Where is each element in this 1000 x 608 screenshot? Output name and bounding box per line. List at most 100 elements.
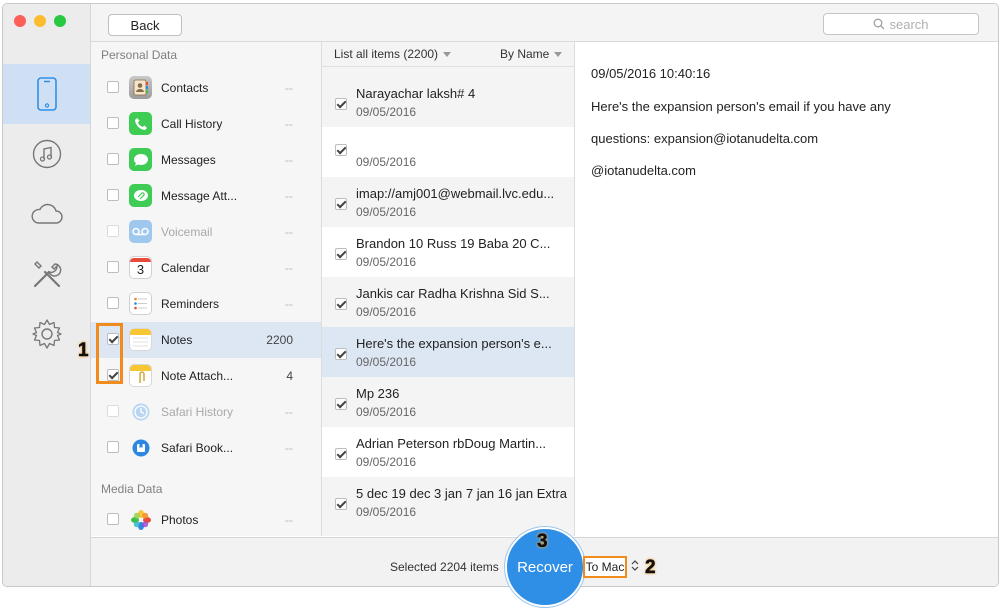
list-item[interactable]: Mp 236 09/05/2016 [322,377,574,427]
zoom-window-button[interactable] [54,15,66,27]
checkbox[interactable] [107,81,119,93]
item-date: 09/05/2016 [356,355,417,369]
category-label: Messages [161,153,216,167]
category-count: 2200 [266,333,293,347]
checkbox[interactable] [107,153,119,165]
category-count: -- [285,81,293,95]
list-item[interactable]: Narayachar laksh# 4 09/05/2016 [322,77,574,127]
checkbox[interactable] [107,441,119,453]
category-count: 4 [286,369,293,383]
category-count: -- [285,225,293,239]
list-item[interactable]: Jankis car Radha Krishna Sid S... 09/05/… [322,277,574,327]
category-message-attachments[interactable]: Message Att... -- [91,178,321,214]
category-count: -- [285,513,293,527]
item-title: imap://amj001@webmail.lvc.edu... [356,186,555,201]
sort-dropdown[interactable]: By Name [500,47,563,61]
category-count: -- [285,153,293,167]
item-date: 09/05/2016 [356,255,417,269]
category-list: Personal Data Contacts -- Call History -… [91,42,322,536]
list-item[interactable]: Brandon 10 Russ 19 Baba 20 C... 09/05/20… [322,227,574,277]
nav-settings[interactable] [3,304,90,364]
checkbox[interactable] [107,189,119,201]
category-calendar[interactable]: 3 Calendar -- [91,250,321,286]
close-window-button[interactable] [14,15,26,27]
item-date: 09/05/2016 [356,155,417,169]
checkbox[interactable] [335,144,347,156]
list-filter-dropdown[interactable]: List all items (2200) [334,47,452,61]
minimize-window-button[interactable] [34,15,46,27]
sort-label: By Name [500,47,550,61]
item-title: Mp 236 [356,386,400,401]
category-label: Safari Book... [161,441,234,455]
chevron-down-icon [554,52,563,58]
checkbox[interactable] [107,261,119,273]
item-date: 09/05/2016 [356,105,417,119]
notes-icon [129,328,152,351]
search-input[interactable]: search [823,13,979,35]
checkbox[interactable] [335,448,347,460]
list-item[interactable]: imap://amj001@webmail.lvc.edu... 09/05/2… [322,177,574,227]
category-label: Note Attach... [161,369,234,383]
detail-timestamp: 09/05/2016 10:40:16 [591,66,711,81]
item-title: Here's the expansion person's e... [356,336,552,351]
item-list: List all items (2200) By Name Narayachar… [322,42,575,536]
checkbox [107,225,119,237]
back-button[interactable]: Back [108,14,182,36]
nav-device[interactable] [3,64,90,124]
checkbox[interactable] [107,297,119,309]
safari-history-icon [129,400,152,423]
checkbox[interactable] [335,498,347,510]
category-note-attachments[interactable]: Note Attach... 4 [91,358,321,394]
item-title: Jankis car Radha Krishna Sid S... [356,286,550,301]
category-count: -- [285,441,293,455]
note-attachment-icon [129,364,152,387]
category-safari-bookmarks[interactable]: Safari Book... -- [91,430,321,466]
category-messages[interactable]: Messages -- [91,142,321,178]
category-safari-history: Safari History -- [91,394,321,430]
list-item[interactable]: 5 dec 19 dec 3 jan 7 jan 16 jan Extra 09… [322,477,574,527]
category-count: -- [285,405,293,419]
device-icon [36,77,57,111]
checkbox[interactable] [335,198,347,210]
photos-icon [129,508,152,531]
detail-line: @iotanudelta.com [591,163,696,178]
destination-select[interactable]: To Mac [583,556,627,578]
checkbox[interactable] [335,298,347,310]
checkbox[interactable] [335,348,347,360]
message-attachment-icon [129,184,152,207]
search-placeholder: search [889,16,929,32]
checkbox[interactable] [335,248,347,260]
nav-tools[interactable] [3,244,90,304]
category-label: Calendar [161,261,210,275]
detail-line: Here's the expansion person's email if y… [591,99,891,114]
up-down-chevron-icon[interactable] [631,559,639,572]
category-count: -- [285,261,293,275]
checkbox[interactable] [335,98,347,110]
item-date: 09/05/2016 [356,405,417,419]
category-photos[interactable]: Photos -- [91,502,321,536]
category-count: -- [285,297,293,311]
nav-sidebar [3,4,91,586]
checkbox[interactable] [107,513,119,525]
tools-icon [33,261,61,288]
category-call-history[interactable]: Call History -- [91,106,321,142]
media-data-heading: Media Data [101,482,163,496]
category-notes[interactable]: Notes 2200 [91,322,321,358]
checkbox[interactable] [107,117,119,129]
checkbox[interactable] [335,398,347,410]
list-item-selected[interactable]: Here's the expansion person's e... 09/05… [322,327,574,377]
list-item[interactable]: 09/05/2016 [322,127,574,177]
voicemail-icon [129,220,152,243]
item-title: 5 dec 19 dec 3 jan 7 jan 16 jan Extra [356,486,568,501]
nav-icloud[interactable] [3,184,90,244]
category-contacts[interactable]: Contacts -- [91,70,321,106]
contacts-icon [129,76,152,99]
item-title: Brandon 10 Russ 19 Baba 20 C... [356,236,551,251]
detail-pane: 09/05/2016 10:40:16 Here's the expansion… [575,42,998,536]
callout-number-1: 1 [78,340,89,362]
cloud-icon [31,203,63,224]
category-label: Contacts [161,81,209,95]
list-item[interactable]: Adrian Peterson rbDoug Martin... 09/05/2… [322,427,574,477]
nav-music[interactable] [3,124,90,184]
category-reminders[interactable]: Reminders -- [91,286,321,322]
